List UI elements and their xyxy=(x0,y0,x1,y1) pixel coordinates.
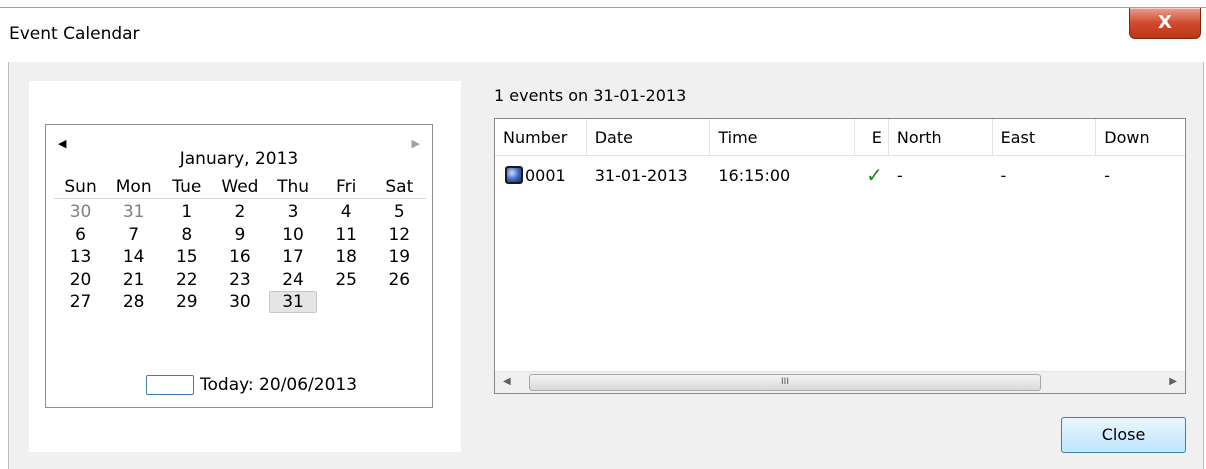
selected-day-label: 31 xyxy=(269,291,317,314)
weekday-label: Mon xyxy=(115,177,152,197)
scroll-left-arrow-icon[interactable]: ◀ xyxy=(503,376,511,387)
scroll-right-arrow-icon[interactable]: ▶ xyxy=(1169,376,1177,387)
calendar-day[interactable]: 4 xyxy=(320,202,373,222)
column-header-east[interactable]: East xyxy=(993,119,1097,156)
events-summary: 1 events on 31-01-2013 xyxy=(494,86,687,105)
weekday-label: Tue xyxy=(172,177,202,197)
close-button[interactable]: Close xyxy=(1061,417,1186,453)
calendar-day[interactable]: 9 xyxy=(213,225,266,245)
calendar-week-row: 6 7 8 9 10 11 12 xyxy=(54,224,426,247)
weekday-label: Sun xyxy=(64,177,97,197)
event-number: 0001 xyxy=(525,165,566,185)
cell-north: - xyxy=(896,165,903,185)
column-header-down[interactable]: Down xyxy=(1096,119,1185,156)
events-list-header: Number Date Time E North East Down xyxy=(495,119,1185,156)
cell-east: - xyxy=(1000,165,1007,185)
calendar-day[interactable]: 20 xyxy=(54,270,107,290)
cell-date: 31-01-2013 xyxy=(594,165,688,185)
calendar-day[interactable]: 2 xyxy=(213,202,266,222)
calendar-day[interactable]: 18 xyxy=(320,247,373,267)
calendar-day[interactable]: 6 xyxy=(54,225,107,245)
weekday-label: Thu xyxy=(277,177,310,197)
calendar-day[interactable]: 21 xyxy=(107,270,160,290)
calendar-day[interactable]: 5 xyxy=(373,202,426,222)
calendar-day[interactable]: 29 xyxy=(160,292,213,312)
next-month-arrow-icon[interactable]: ▶ xyxy=(412,137,420,150)
events-list[interactable]: Number Date Time E North East Down 0001 … xyxy=(494,118,1186,394)
calendar-week-row: 20 21 22 23 24 25 26 xyxy=(54,269,426,292)
today-marker-icon xyxy=(146,375,194,395)
calendar-day[interactable]: 12 xyxy=(373,225,426,245)
calendar-day[interactable]: 26 xyxy=(373,270,426,290)
window-titlebar: Event Calendar X xyxy=(0,0,1206,62)
calendar-day[interactable]: 28 xyxy=(107,292,160,312)
column-header-e[interactable]: E xyxy=(855,119,889,156)
calendar-day[interactable]: 10 xyxy=(267,225,320,245)
cell-e: ✓ xyxy=(855,163,889,187)
today-link[interactable]: Today: 20/06/2013 xyxy=(146,375,357,395)
calendar-day-selected[interactable]: 31 xyxy=(267,291,320,314)
weekday-label: Wed xyxy=(221,177,259,197)
calendar-day[interactable]: 24 xyxy=(267,270,320,290)
calendar-grid: Sun Mon Tue Wed Thu Fri Sat 30 31 1 2 3 … xyxy=(54,176,426,314)
weekday-label: Fri xyxy=(336,177,357,197)
calendar-week-row: 27 28 29 30 31 xyxy=(54,291,426,314)
calendar-week-row: 13 14 15 16 17 18 19 xyxy=(54,246,426,269)
column-header-date[interactable]: Date xyxy=(587,119,711,156)
calendar-day[interactable]: 23 xyxy=(213,270,266,290)
weekday-header-row: Sun Mon Tue Wed Thu Fri Sat xyxy=(54,176,426,199)
calendar-day[interactable]: 14 xyxy=(107,247,160,267)
weekday-label: Sat xyxy=(385,177,414,197)
globe-icon xyxy=(505,165,523,184)
calendar-day[interactable]: 1 xyxy=(160,202,213,222)
calendar-day[interactable]: 19 xyxy=(373,247,426,267)
window-close-button[interactable]: X xyxy=(1129,8,1201,39)
window-title: Event Calendar xyxy=(9,24,140,44)
calendar-day[interactable]: 17 xyxy=(267,247,320,267)
column-header-number[interactable]: Number xyxy=(495,119,587,156)
calendar-day[interactable]: 30 xyxy=(54,202,107,222)
calendar-day[interactable]: 16 xyxy=(213,247,266,267)
calendar-day[interactable]: 31 xyxy=(107,202,160,222)
scroll-thumb[interactable]: III xyxy=(529,374,1041,391)
calendar-day[interactable]: 22 xyxy=(160,270,213,290)
table-row[interactable]: 0001 31-01-2013 16:15:00 ✓ - - - xyxy=(495,163,1185,187)
calendar-day[interactable]: 13 xyxy=(54,247,107,267)
column-header-time[interactable]: Time xyxy=(710,119,855,156)
month-calendar: ◀ January, 2013 ▶ Sun Mon Tue Wed Thu Fr… xyxy=(45,124,433,408)
cell-down: - xyxy=(1104,165,1111,185)
calendar-day[interactable]: 25 xyxy=(320,270,373,290)
horizontal-scrollbar[interactable]: ◀ III ▶ xyxy=(495,371,1185,393)
cell-time: 16:15:00 xyxy=(718,165,791,185)
cell-number: 0001 xyxy=(495,165,587,185)
window-top-border xyxy=(0,7,1206,8)
calendar-day[interactable]: 11 xyxy=(320,225,373,245)
column-header-north[interactable]: North xyxy=(889,119,993,156)
calendar-day[interactable]: 7 xyxy=(107,225,160,245)
calendar-month-title[interactable]: January, 2013 xyxy=(46,149,432,169)
calendar-day[interactable]: 27 xyxy=(54,292,107,312)
calendar-day[interactable]: 8 xyxy=(160,225,213,245)
calendar-day[interactable]: 3 xyxy=(267,202,320,222)
calendar-week-row: 30 31 1 2 3 4 5 xyxy=(54,201,426,224)
today-label: Today: 20/06/2013 xyxy=(200,375,358,395)
calendar-day[interactable]: 15 xyxy=(160,247,213,267)
calendar-day[interactable]: 30 xyxy=(213,292,266,312)
checkmark-icon: ✓ xyxy=(866,163,883,187)
